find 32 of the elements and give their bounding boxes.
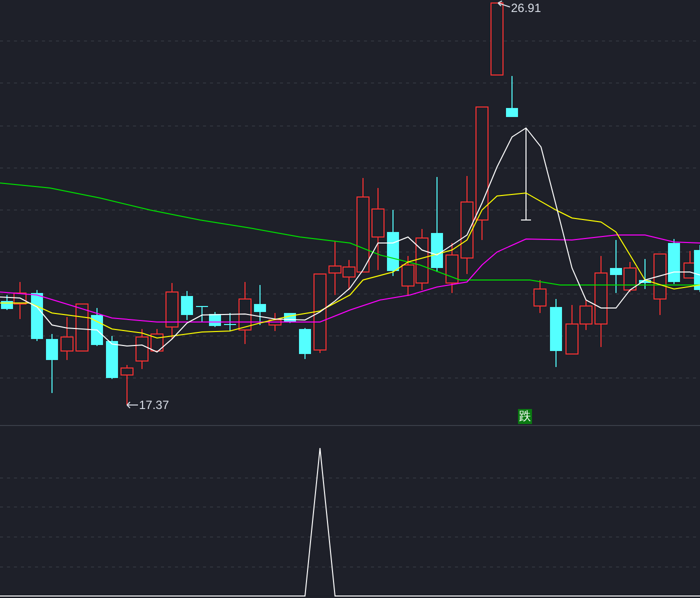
candlestick — [106, 336, 118, 380]
candlestick — [224, 312, 236, 332]
candlestick — [181, 290, 193, 320]
candlestick — [254, 284, 266, 326]
high-price-label: 26.91 — [511, 1, 542, 15]
candlestick — [639, 258, 651, 290]
candlestick — [550, 298, 562, 368]
candlestick — [238, 282, 252, 344]
candlestick — [534, 280, 546, 314]
candlestick — [136, 328, 148, 370]
signal-badge: 跌 — [518, 409, 532, 424]
candlestick — [654, 254, 666, 316]
candlestick — [150, 328, 164, 352]
candlestick — [91, 308, 103, 346]
candlestick — [506, 76, 518, 118]
candlestick — [166, 282, 178, 340]
candlestick — [76, 304, 88, 352]
candlestick — [299, 328, 311, 360]
low-price-label: 17.37 — [139, 398, 170, 412]
candlestick — [268, 312, 282, 332]
candlestick — [446, 242, 458, 294]
candlestick — [31, 290, 43, 342]
candlestick — [120, 364, 134, 406]
arrow-icon — [498, 0, 510, 8]
candlestick — [668, 238, 680, 284]
candlestick — [196, 306, 208, 322]
candlestick — [60, 316, 74, 360]
arrow-icon — [126, 402, 138, 408]
candlestick — [610, 240, 622, 294]
candlestick — [387, 210, 399, 276]
candlestick — [46, 334, 58, 394]
candlestick — [624, 262, 636, 292]
